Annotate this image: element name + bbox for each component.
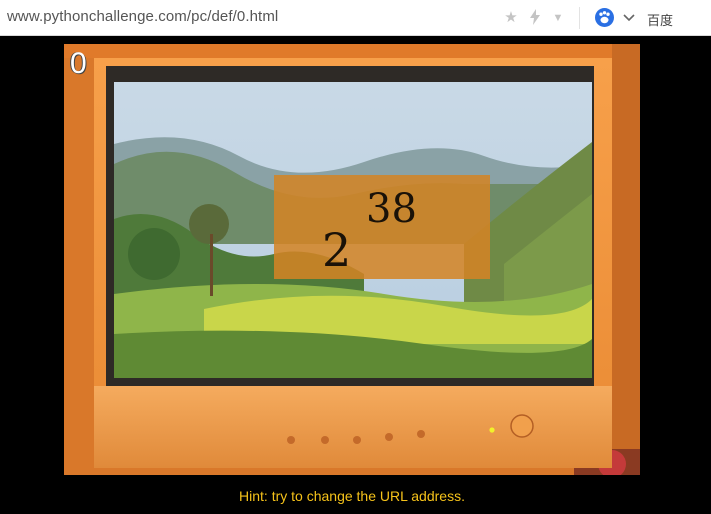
dropdown-caret-icon[interactable]: ▼ xyxy=(549,9,567,27)
chevron-down-icon[interactable] xyxy=(622,9,636,27)
puzzle-image: 0 2 38 xyxy=(64,44,640,475)
url-field[interactable]: www.pythonchallenge.com/pc/def/0.html xyxy=(7,8,278,25)
paw-icon[interactable] xyxy=(595,8,614,27)
address-bar: www.pythonchallenge.com/pc/def/0.html ★ … xyxy=(0,0,711,36)
level-number: 0 xyxy=(70,47,87,80)
lightning-icon[interactable] xyxy=(526,9,544,27)
puzzle-base: 2 xyxy=(322,223,352,277)
puzzle-exponent: 38 xyxy=(366,186,417,232)
search-engine-label[interactable]: 百度 xyxy=(647,10,673,29)
star-icon[interactable]: ★ xyxy=(502,9,520,27)
hint-text: Hint: try to change the URL address. xyxy=(239,488,465,504)
divider xyxy=(579,7,580,29)
puzzle-sign: 2 38 xyxy=(274,175,490,279)
